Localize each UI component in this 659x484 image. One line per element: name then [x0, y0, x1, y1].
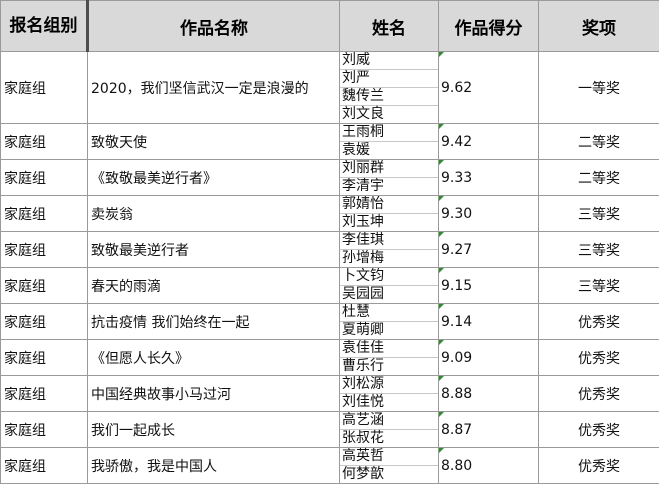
cell-award[interactable]: 优秀奖: [539, 412, 659, 448]
header-name[interactable]: 姓名: [340, 1, 439, 52]
table-row: 家庭组抗击疫情 我们始终在一起杜慧夏萌卿9.14优秀奖: [1, 304, 659, 340]
table-row: 家庭组致敬最美逆行者李佳琪孙增梅9.27三等奖: [1, 232, 659, 268]
participant-name: 卜文钧: [340, 268, 438, 286]
header-score[interactable]: 作品得分: [439, 1, 539, 52]
participant-name: 刘威: [340, 52, 438, 70]
cell-names[interactable]: 李佳琪孙增梅: [340, 232, 439, 268]
cell-names[interactable]: 刘威刘严魏传兰刘文良: [340, 52, 439, 124]
header-row: 报名组别 作品名称 姓名 作品得分 奖项: [1, 1, 659, 52]
cell-title[interactable]: 《致敬最美逆行者》: [88, 160, 340, 196]
table-row: 家庭组我骄傲，我是中国人高英哲何梦歆8.80优秀奖: [1, 448, 659, 484]
participant-name: 刘松源: [340, 376, 438, 394]
cell-score[interactable]: 9.30: [439, 196, 539, 232]
cell-score[interactable]: 8.88: [439, 376, 539, 412]
table-row: 家庭组春天的雨滴卜文钧吴园园9.15三等奖: [1, 268, 659, 304]
cell-names[interactable]: 卜文钧吴园园: [340, 268, 439, 304]
cell-group[interactable]: 家庭组: [1, 412, 88, 448]
participant-name: 李佳琪: [340, 232, 438, 250]
participant-name: 刘文良: [340, 106, 438, 123]
cell-title[interactable]: 卖炭翁: [88, 196, 340, 232]
cell-title[interactable]: 抗击疫情 我们始终在一起: [88, 304, 340, 340]
participant-name: 高英哲: [340, 448, 438, 466]
cell-title[interactable]: 致敬天使: [88, 124, 340, 160]
cell-score[interactable]: 9.14: [439, 304, 539, 340]
participant-name: 张叔花: [340, 430, 438, 447]
participant-name: 李清宇: [340, 178, 438, 195]
cell-title[interactable]: 《但愿人长久》: [88, 340, 340, 376]
cell-group[interactable]: 家庭组: [1, 268, 88, 304]
participant-name: 吴园园: [340, 286, 438, 303]
cell-group[interactable]: 家庭组: [1, 232, 88, 268]
cell-group[interactable]: 家庭组: [1, 124, 88, 160]
table-row: 家庭组《致敬最美逆行者》刘丽群李清宇9.33二等奖: [1, 160, 659, 196]
participant-name: 曹乐行: [340, 358, 438, 375]
cell-score[interactable]: 8.87: [439, 412, 539, 448]
cell-names[interactable]: 王雨桐袁媛: [340, 124, 439, 160]
cell-score[interactable]: 8.80: [439, 448, 539, 484]
table-row: 家庭组我们一起成长高艺涵张叔花8.87优秀奖: [1, 412, 659, 448]
participant-name: 高艺涵: [340, 412, 438, 430]
cell-score[interactable]: 9.15: [439, 268, 539, 304]
cell-award[interactable]: 二等奖: [539, 160, 659, 196]
cell-award[interactable]: 三等奖: [539, 196, 659, 232]
participant-name: 袁媛: [340, 142, 438, 159]
participant-name: 郭婧怡: [340, 196, 438, 214]
participant-name: 夏萌卿: [340, 322, 438, 339]
cell-group[interactable]: 家庭组: [1, 340, 88, 376]
cell-score[interactable]: 9.42: [439, 124, 539, 160]
cell-group[interactable]: 家庭组: [1, 160, 88, 196]
cell-award[interactable]: 优秀奖: [539, 376, 659, 412]
cell-award[interactable]: 一等奖: [539, 52, 659, 124]
participant-name: 孙增梅: [340, 250, 438, 267]
cell-group[interactable]: 家庭组: [1, 304, 88, 340]
participant-name: 刘严: [340, 70, 438, 88]
cell-title[interactable]: 中国经典故事小马过河: [88, 376, 340, 412]
cell-names[interactable]: 刘丽群李清宇: [340, 160, 439, 196]
cell-title[interactable]: 我们一起成长: [88, 412, 340, 448]
cell-names[interactable]: 刘松源刘佳悦: [340, 376, 439, 412]
cell-award[interactable]: 二等奖: [539, 124, 659, 160]
cell-award[interactable]: 优秀奖: [539, 304, 659, 340]
cell-names[interactable]: 杜慧夏萌卿: [340, 304, 439, 340]
cell-score[interactable]: 9.33: [439, 160, 539, 196]
participant-name: 刘丽群: [340, 160, 438, 178]
cell-names[interactable]: 袁佳佳曹乐行: [340, 340, 439, 376]
participant-name: 魏传兰: [340, 88, 438, 106]
cell-title[interactable]: 2020，我们坚信武汉一定是浪漫的: [88, 52, 340, 124]
cell-group[interactable]: 家庭组: [1, 448, 88, 484]
participant-name: 刘佳悦: [340, 394, 438, 411]
table-row: 家庭组《但愿人长久》袁佳佳曹乐行9.09优秀奖: [1, 340, 659, 376]
cell-score[interactable]: 9.09: [439, 340, 539, 376]
cell-title[interactable]: 春天的雨滴: [88, 268, 340, 304]
cell-award[interactable]: 优秀奖: [539, 448, 659, 484]
cell-award[interactable]: 优秀奖: [539, 340, 659, 376]
header-group[interactable]: 报名组别: [1, 1, 88, 52]
cell-names[interactable]: 高艺涵张叔花: [340, 412, 439, 448]
participant-name: 刘玉坤: [340, 214, 438, 231]
header-award[interactable]: 奖项: [539, 1, 659, 52]
cell-group[interactable]: 家庭组: [1, 196, 88, 232]
cell-names[interactable]: 郭婧怡刘玉坤: [340, 196, 439, 232]
header-title[interactable]: 作品名称: [88, 1, 340, 52]
results-table: 报名组别 作品名称 姓名 作品得分 奖项 家庭组2020，我们坚信武汉一定是浪漫…: [0, 0, 659, 484]
cell-award[interactable]: 三等奖: [539, 232, 659, 268]
table-row: 家庭组中国经典故事小马过河刘松源刘佳悦8.88优秀奖: [1, 376, 659, 412]
table-row: 家庭组2020，我们坚信武汉一定是浪漫的刘威刘严魏传兰刘文良9.62一等奖: [1, 52, 659, 124]
table-row: 家庭组致敬天使王雨桐袁媛9.42二等奖: [1, 124, 659, 160]
cell-title[interactable]: 我骄傲，我是中国人: [88, 448, 340, 484]
participant-name: 王雨桐: [340, 124, 438, 142]
table-row: 家庭组卖炭翁郭婧怡刘玉坤9.30三等奖: [1, 196, 659, 232]
cell-group[interactable]: 家庭组: [1, 52, 88, 124]
cell-group[interactable]: 家庭组: [1, 376, 88, 412]
cell-score[interactable]: 9.62: [439, 52, 539, 124]
cell-title[interactable]: 致敬最美逆行者: [88, 232, 340, 268]
participant-name: 袁佳佳: [340, 340, 438, 358]
cell-award[interactable]: 三等奖: [539, 268, 659, 304]
participant-name: 杜慧: [340, 304, 438, 322]
participant-name: 何梦歆: [340, 466, 438, 483]
cell-names[interactable]: 高英哲何梦歆: [340, 448, 439, 484]
cell-score[interactable]: 9.27: [439, 232, 539, 268]
